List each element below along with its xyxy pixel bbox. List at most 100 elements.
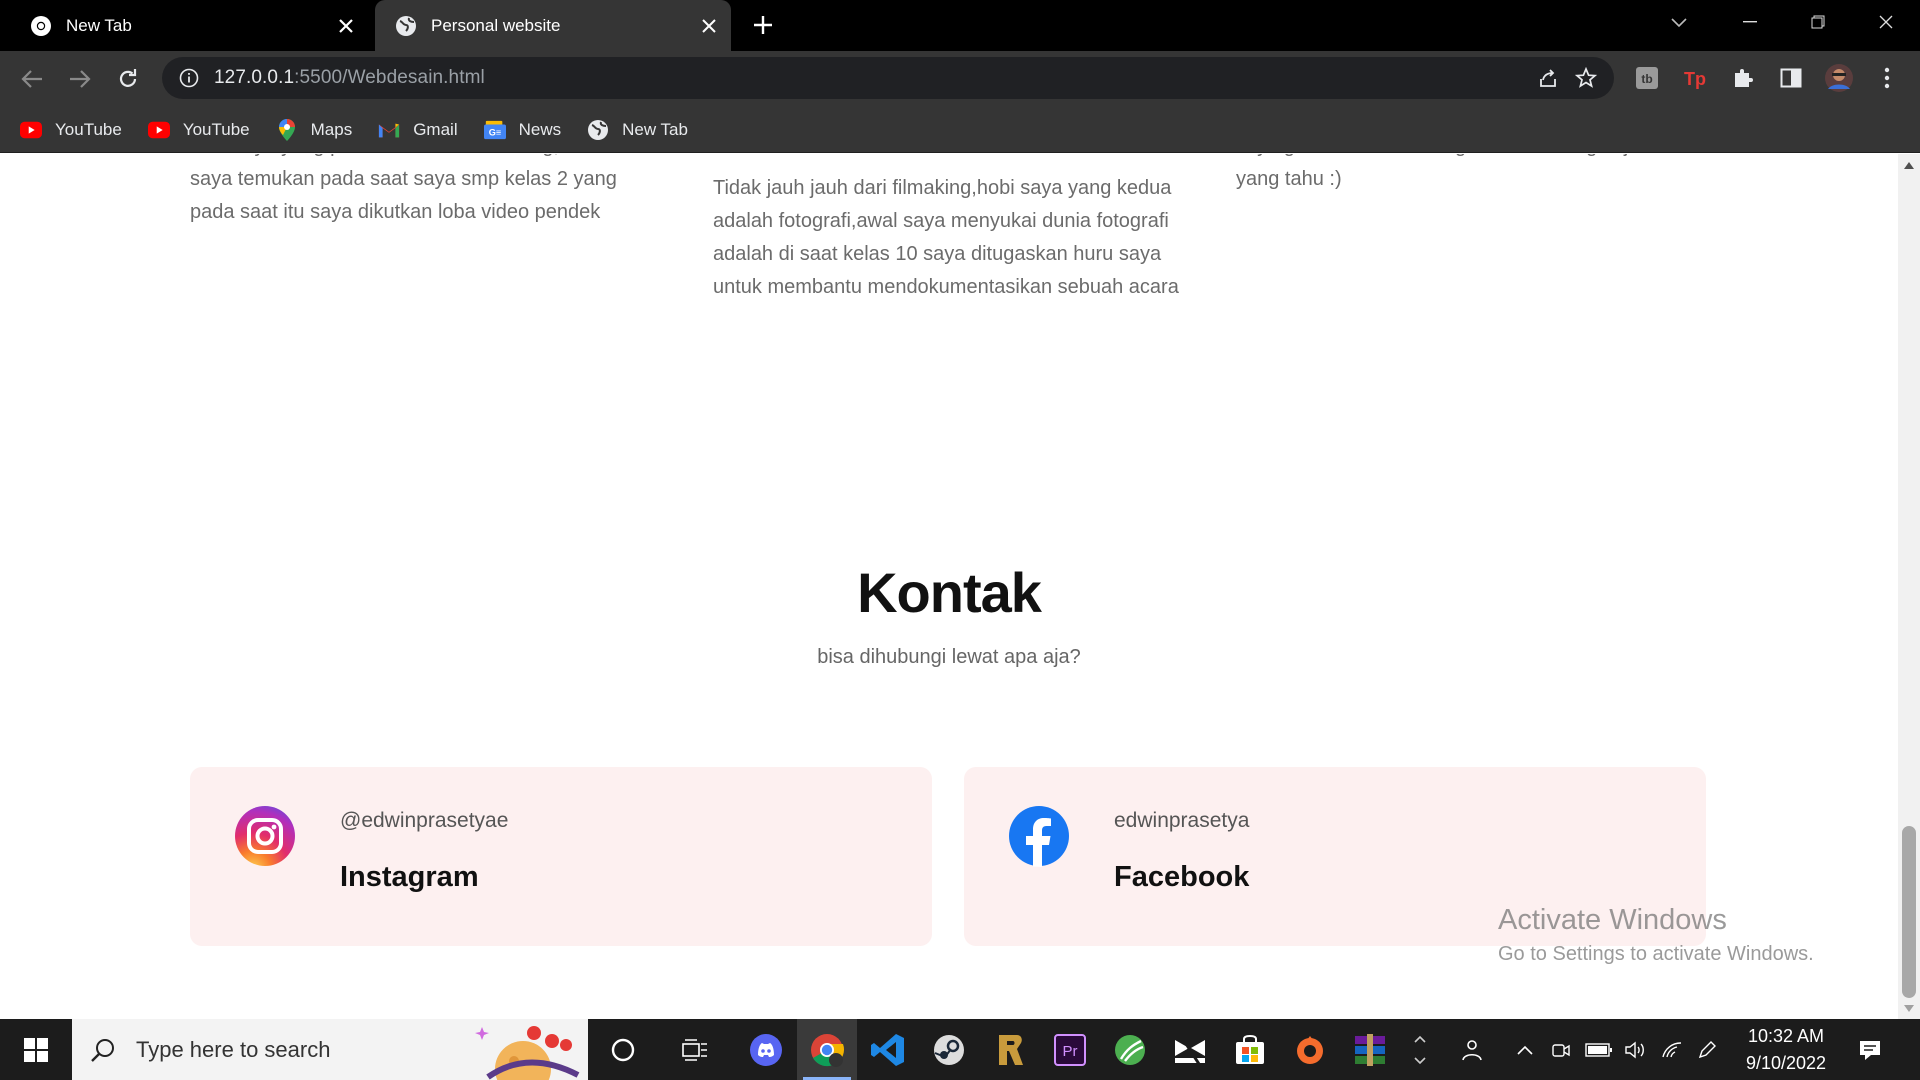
bookmark-maps[interactable]: Maps [276, 118, 353, 141]
side-panel-icon[interactable] [1776, 63, 1806, 93]
search-placeholder: Type here to search [136, 1036, 331, 1062]
extension-tp-icon[interactable]: Tp [1680, 63, 1710, 93]
tab-personal-website[interactable]: Personal website [375, 0, 731, 51]
url-path: :5500/Webdesain.html [294, 67, 485, 88]
bookmark-label: Gmail [413, 119, 458, 139]
bookmark-new-tab[interactable]: New Tab [587, 119, 688, 141]
scrollbar-thumb[interactable] [1902, 826, 1916, 998]
store-icon[interactable] [1220, 1019, 1280, 1080]
contact-card-instagram[interactable]: @edwinprasetyae Instagram [190, 767, 932, 946]
reload-button[interactable] [112, 63, 144, 95]
bookmark-youtube[interactable]: YouTube [20, 119, 122, 141]
restore-button[interactable] [1784, 0, 1852, 44]
close-icon[interactable] [332, 12, 360, 40]
volume-icon[interactable] [1620, 1019, 1650, 1080]
close-icon[interactable] [695, 12, 723, 40]
section-title: Kontak [857, 561, 1042, 624]
more-menu-icon[interactable] [1872, 63, 1902, 93]
maps-icon [276, 118, 298, 141]
back-button[interactable] [16, 63, 48, 95]
vertical-scrollbar[interactable] [1898, 154, 1920, 1019]
bookmarks-bar: YouTube YouTube Maps Gmail G≡ News New T… [0, 107, 1920, 153]
window-controls [1716, 0, 1920, 44]
bookmark-label: News [518, 119, 562, 139]
window-close-button[interactable] [1852, 0, 1920, 44]
notification-icon[interactable] [1850, 1019, 1890, 1080]
bookmark-label: Maps [310, 119, 353, 139]
svg-text:Tp: Tp [1684, 69, 1706, 89]
watermark-title: Activate Windows [1498, 904, 1727, 936]
task-view-icon[interactable] [665, 1019, 725, 1080]
star-icon[interactable] [1574, 66, 1598, 90]
bookmark-news[interactable]: G≡ News [483, 119, 562, 141]
discord-icon[interactable] [736, 1019, 796, 1080]
premiere-icon[interactable]: Pr [1040, 1019, 1100, 1080]
bookmark-gmail[interactable]: Gmail [378, 119, 458, 141]
new-tab-button[interactable] [748, 10, 778, 40]
taskbar-search-input[interactable]: Type here to search [72, 1019, 588, 1080]
watermark-subtitle: Go to Settings to activate Windows. [1498, 943, 1814, 965]
chrome-icon [30, 15, 52, 37]
bookmark-label: New Tab [622, 119, 688, 139]
tab-title: Personal website [431, 15, 561, 35]
search-icon [88, 1035, 118, 1065]
search-highlight-art [468, 1019, 588, 1080]
hobby-text-filmaking: hobi saya yang pertama adalah filmaking,… [190, 154, 623, 223]
riot-icon[interactable] [980, 1019, 1040, 1080]
info-icon[interactable] [178, 67, 200, 89]
origin-icon[interactable] [1280, 1019, 1340, 1080]
avatar[interactable] [1824, 63, 1854, 93]
greenshot-icon[interactable] [1100, 1019, 1160, 1080]
scroll-down-arrow[interactable] [1898, 999, 1920, 1017]
taskbar-clock[interactable]: 10:32 AM 9/10/2022 [1716, 1019, 1856, 1080]
facebook-icon [1008, 805, 1070, 867]
extension-tb-icon[interactable]: tb [1632, 63, 1662, 93]
taskbar: Type here to search Pr 10:32 AM 9/10/202… [0, 1019, 1920, 1080]
instagram-icon [234, 805, 296, 867]
browser-toolbar: 127.0.0.1:5500/Webdesain.html tb Tp [0, 51, 1920, 107]
chevron-down-icon[interactable] [1666, 10, 1692, 36]
minimize-button[interactable] [1716, 0, 1784, 44]
capcut-icon[interactable] [1160, 1019, 1220, 1080]
bookmark-label: YouTube [55, 119, 122, 139]
contact-handle: @edwinprasetyae [340, 809, 509, 832]
activate-windows-watermark: Activate Windows Go to Settings to activ… [1498, 904, 1814, 966]
contact-handle: edwinprasetya [1114, 809, 1250, 832]
globe-icon [587, 119, 609, 141]
tab-new-tab[interactable]: New Tab [10, 0, 368, 51]
forward-button[interactable] [64, 63, 96, 95]
chevron-up-icon[interactable] [1512, 1019, 1538, 1080]
url-host: 127.0.0.1 [214, 67, 295, 88]
puzzle-icon[interactable] [1728, 63, 1758, 93]
battery-icon[interactable] [1582, 1019, 1616, 1080]
svg-text:tb: tb [1641, 72, 1652, 86]
news-icon: G≡ [483, 119, 506, 141]
clock-time: 10:32 AM [1747, 1025, 1825, 1046]
chrome-taskbar-icon[interactable] [797, 1019, 857, 1080]
vscode-icon[interactable] [858, 1019, 918, 1080]
page-viewport: hobi saya yang pertama adalah filmaking,… [0, 154, 1898, 1019]
windows-start-button[interactable] [0, 1019, 72, 1080]
hobby-text-fotografi: Tidak jauh jauh dari filmaking,hobi saya… [713, 177, 1179, 298]
tab-strip: New Tab Personal website [0, 0, 1920, 51]
tab-title: New Tab [66, 15, 132, 35]
hobby-text-game: saya game sekedar mengisi waktu luang sa… [1236, 154, 1671, 190]
wifi-icon[interactable] [1658, 1019, 1686, 1080]
address-bar[interactable]: 127.0.0.1:5500/Webdesain.html [162, 57, 1614, 99]
tray-scroll-arrows[interactable] [1407, 1019, 1433, 1080]
people-icon[interactable] [1454, 1019, 1490, 1080]
clock-date: 9/10/2022 [1745, 1052, 1827, 1073]
scroll-up-arrow[interactable] [1898, 156, 1920, 174]
gmail-icon [378, 119, 400, 141]
steam-icon[interactable] [919, 1019, 979, 1080]
cortana-icon[interactable] [593, 1019, 653, 1080]
winrar-icon[interactable] [1340, 1019, 1400, 1080]
section-subtitle: bisa dihubungi lewat apa aja? [817, 646, 1081, 668]
youtube-icon [147, 119, 170, 141]
svg-text:Pr: Pr [1063, 1043, 1078, 1060]
meet-now-icon[interactable] [1548, 1019, 1574, 1080]
bookmark-youtube[interactable]: YouTube [147, 119, 250, 141]
globe-icon [395, 15, 417, 37]
url-text: 127.0.0.1:5500/Webdesain.html [214, 67, 485, 89]
share-icon[interactable] [1536, 66, 1560, 90]
